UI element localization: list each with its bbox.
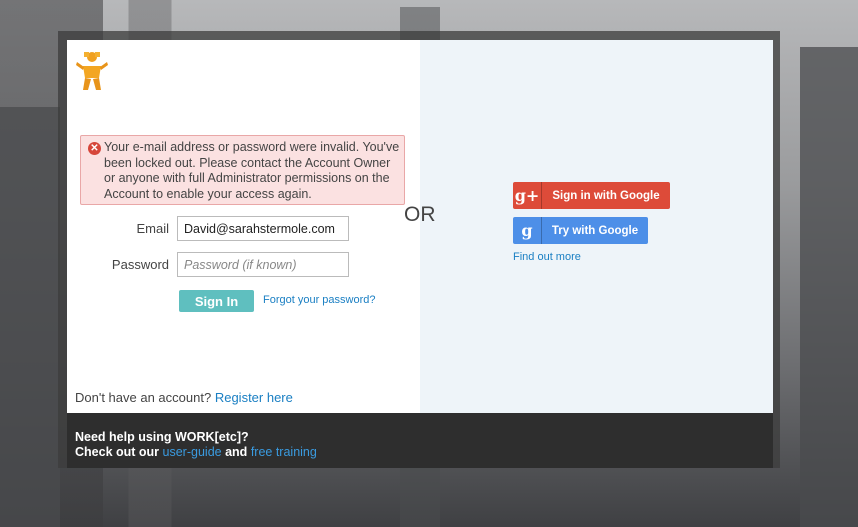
find-out-more-link[interactable]: Find out more: [513, 251, 581, 263]
footer-links-row: Check out our user-guide and free traini…: [75, 445, 317, 459]
register-row: Don't have an account? Register here: [75, 390, 293, 405]
footer-prefix: Check out our: [75, 445, 160, 459]
or-divider: OR: [404, 203, 436, 226]
google-signin-button[interactable]: g+ Sign in with Google: [513, 182, 670, 209]
google-panel: g+ Sign in with Google g Try with Google…: [420, 40, 773, 413]
login-card: ✕ Your e-mail address or password were i…: [67, 40, 773, 413]
email-label: Email: [136, 221, 169, 236]
google-try-label: Try with Google: [551, 224, 639, 237]
email-field[interactable]: [177, 216, 349, 241]
password-label: Password: [111, 257, 169, 272]
footer-help-text: Need help using WORK[etc]?: [75, 430, 249, 444]
error-alert: ✕ Your e-mail address or password were i…: [80, 135, 405, 205]
google-plus-icon: g+: [513, 182, 542, 209]
register-prompt: Don't have an account?: [75, 390, 212, 405]
logo-icon: [76, 52, 108, 90]
user-guide-link[interactable]: user-guide: [163, 445, 222, 459]
free-training-link[interactable]: free training: [251, 445, 317, 459]
error-message: Your e-mail address or password were inv…: [104, 140, 400, 201]
google-icon: g: [513, 217, 542, 244]
sign-in-button[interactable]: Sign In: [179, 290, 254, 312]
forgot-password-link[interactable]: Forgot your password?: [263, 294, 376, 306]
google-signin-label: Sign in with Google: [552, 189, 660, 202]
google-try-button[interactable]: g Try with Google: [513, 217, 648, 244]
register-link[interactable]: Register here: [215, 390, 293, 405]
login-panel: ✕ Your e-mail address or password were i…: [67, 40, 420, 413]
footer-and: and: [225, 445, 248, 459]
password-field[interactable]: [177, 252, 349, 277]
error-icon: ✕: [88, 142, 101, 155]
help-footer: Need help using WORK[etc]? Check out our…: [67, 413, 773, 468]
